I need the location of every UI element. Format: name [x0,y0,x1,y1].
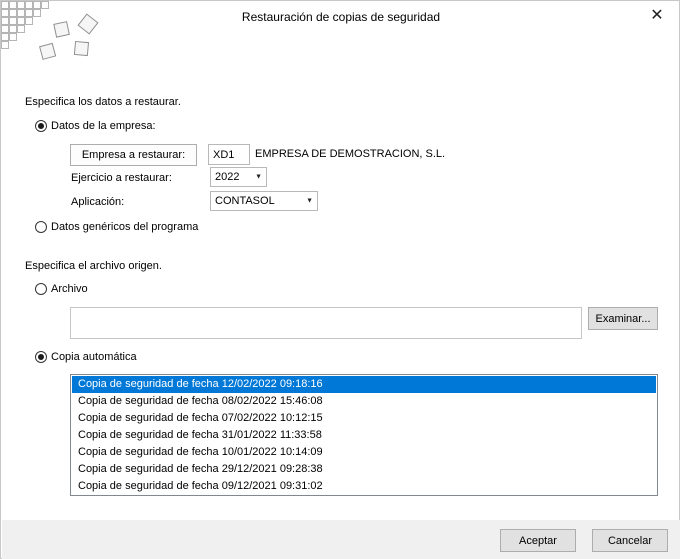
empresa-code-field[interactable]: XD1 [208,144,250,165]
restore-dialog: Restauración de copias de seguridad ✕ Es… [0,0,680,559]
section-origin-heading: Especifica el archivo origen. [25,260,162,272]
aplicacion-value: CONTASOL [215,195,275,207]
list-item[interactable]: Copia de seguridad de fecha 09/12/2021 0… [72,478,656,495]
ejercicio-select[interactable]: 2022 ▼ [210,167,267,187]
empresa-name: EMPRESA DE DEMOSTRACION, S.L. [255,148,446,160]
radio-copia[interactable] [35,351,47,363]
list-item[interactable]: Copia de seguridad de fecha 29/12/2021 0… [72,461,656,478]
empresa-restaurar-button[interactable]: Empresa a restaurar: [70,144,197,166]
radio-empresa-label[interactable]: Datos de la empresa: [51,120,156,132]
dialog-title: Restauración de copias de seguridad [241,10,441,24]
radio-copia-label[interactable]: Copia automática [51,351,137,363]
ejercicio-label: Ejercicio a restaurar: [71,172,172,184]
dialog-footer: Aceptar Cancelar [2,520,680,559]
list-item[interactable]: Copia de seguridad de fecha 07/02/2022 1… [72,410,656,427]
ejercicio-value: 2022 [215,171,240,183]
chevron-down-icon: ▼ [306,197,313,205]
list-item[interactable]: Copia de seguridad de fecha 08/02/2022 1… [72,393,656,410]
radio-archivo-label[interactable]: Archivo [51,283,88,295]
list-item[interactable]: Copia de seguridad de fecha 31/01/2022 1… [72,427,656,444]
list-item[interactable]: Copia de seguridad de fecha 12/02/2022 0… [72,376,656,393]
radio-empresa[interactable] [35,120,47,132]
cancel-button[interactable]: Cancelar [592,529,668,552]
aplicacion-label: Aplicación: [71,196,125,208]
examinar-button[interactable]: Examinar... [588,307,658,330]
radio-genericos-label[interactable]: Datos genéricos del programa [51,221,198,233]
close-icon[interactable]: ✕ [645,4,669,26]
radio-genericos[interactable] [35,221,47,233]
accept-button[interactable]: Aceptar [500,529,576,552]
section-data-heading: Especifica los datos a restaurar. [25,96,181,108]
aplicacion-select[interactable]: CONTASOL ▼ [210,191,318,211]
chevron-down-icon: ▼ [255,173,262,181]
list-item[interactable]: Copia de seguridad de fecha 10/01/2022 1… [72,444,656,461]
radio-archivo[interactable] [35,283,47,295]
archivo-path-field[interactable] [70,307,582,339]
backup-list[interactable]: Copia de seguridad de fecha 12/02/2022 0… [70,374,658,496]
